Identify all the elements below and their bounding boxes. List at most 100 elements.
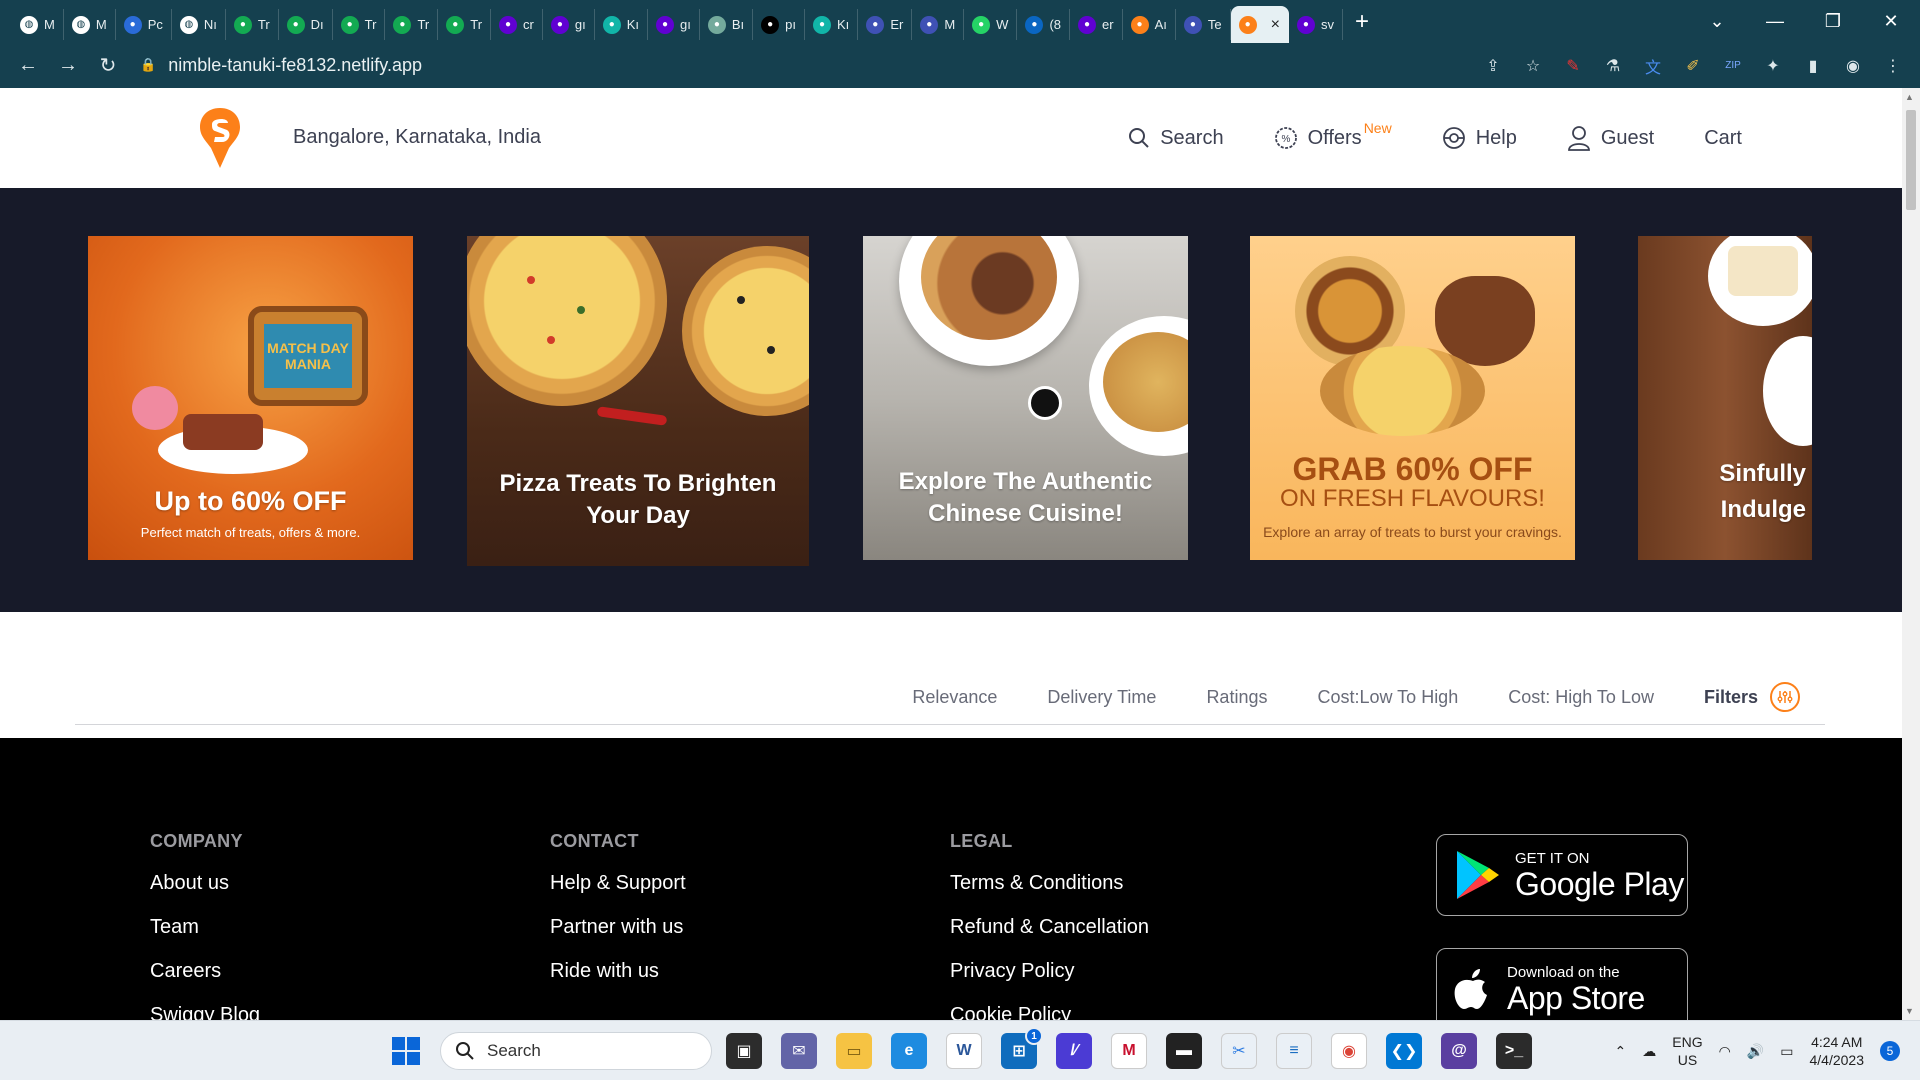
carousel-card-match-day[interactable]: MATCH DAY MANIA Up to 60% OFF Perfect ma… — [88, 236, 413, 560]
browser-tab[interactable]: ◍ M — [64, 9, 116, 40]
nav-offers[interactable]: % Offers New — [1274, 120, 1392, 150]
browser-tab[interactable]: ● Kı — [595, 9, 649, 40]
pen-extension-icon[interactable]: ✎ — [1560, 56, 1586, 76]
file-explorer-icon[interactable]: ▭ — [836, 1033, 872, 1069]
notepad-icon[interactable]: ≡ — [1276, 1033, 1312, 1069]
footer-link-careers[interactable]: Careers — [150, 960, 260, 983]
browser-tab[interactable]: ● W — [964, 9, 1018, 40]
reload-button[interactable]: ↻ — [88, 53, 128, 78]
battery-icon[interactable]: ▭ — [1780, 1043, 1793, 1060]
app-store-badge[interactable]: Download on the App Store — [1436, 948, 1688, 1020]
filters-button[interactable]: Filters — [1704, 682, 1800, 712]
sort-option[interactable]: Delivery Time — [1047, 687, 1156, 708]
browser-tab[interactable]: ◍ Nı — [172, 9, 226, 40]
chrome-app-icon[interactable]: ◉ — [1331, 1033, 1367, 1069]
browser-tab[interactable]: ● er — [1070, 9, 1123, 40]
vpn-app-icon[interactable]: /∕ — [1056, 1033, 1092, 1069]
task-view-icon[interactable]: ▣ — [726, 1033, 762, 1069]
sort-option[interactable]: Relevance — [912, 687, 997, 708]
teams-chat-icon[interactable]: ✉ — [781, 1033, 817, 1069]
browser-tab[interactable]: ● sv — [1289, 9, 1343, 40]
footer-link-team[interactable]: Team — [150, 916, 260, 939]
forward-button[interactable]: → — [48, 54, 88, 77]
nav-search[interactable]: Search — [1128, 127, 1224, 150]
terminal-icon[interactable]: ▬ — [1166, 1033, 1202, 1069]
carousel-card-pizza[interactable]: Pizza Treats To Brighten Your Day — [467, 236, 809, 566]
language-indicator[interactable]: ENG US — [1672, 1033, 1702, 1069]
windows-start-button[interactable] — [392, 1037, 420, 1065]
onedrive-cloud-icon[interactable]: ☁ — [1642, 1043, 1656, 1060]
browser-tab[interactable]: ● cr — [491, 9, 543, 40]
nav-help[interactable]: Help — [1442, 126, 1517, 150]
close-window-button[interactable]: ✕ — [1862, 11, 1920, 32]
browser-tab[interactable]: ● Kı — [805, 9, 859, 40]
carousel-card-fresh-flavours[interactable]: GRAB 60% OFF ON FRESH FLAVOURS! Explore … — [1250, 236, 1575, 560]
browser-tab[interactable]: ● × — [1230, 6, 1289, 43]
puzzle-extensions-icon[interactable]: ✦ — [1760, 56, 1786, 76]
browser-tab[interactable]: ● gı — [648, 9, 700, 40]
page-scrollbar[interactable]: ▲ ▼ — [1902, 88, 1920, 1020]
google-play-badge[interactable]: GET IT ON Google Play — [1436, 834, 1688, 916]
shell-app-icon[interactable]: @ — [1441, 1033, 1477, 1069]
scroll-up-arrow-icon[interactable]: ▲ — [1905, 92, 1914, 102]
nav-cart[interactable]: Cart — [1704, 127, 1742, 150]
vscode-icon[interactable]: ❮❯ — [1386, 1033, 1422, 1069]
edge-browser-icon[interactable]: e — [891, 1033, 927, 1069]
footer-link-ride[interactable]: Ride with us — [550, 960, 686, 983]
footer-link-refund[interactable]: Refund & Cancellation — [950, 916, 1149, 939]
swiggy-logo[interactable] — [198, 106, 242, 170]
footer-link-partner[interactable]: Partner with us — [550, 916, 686, 939]
scrollbar-thumb[interactable] — [1906, 110, 1916, 210]
footer-link-about[interactable]: About us — [150, 872, 260, 895]
minimize-button[interactable]: — — [1746, 11, 1804, 32]
ms-store-icon[interactable]: ⊞ 1 — [1001, 1027, 1043, 1069]
sort-option[interactable]: Cost:Low To High — [1317, 687, 1458, 708]
sort-option[interactable]: Cost: High To Low — [1508, 687, 1654, 708]
color-picker-extension-icon[interactable]: ✐ — [1680, 56, 1706, 76]
tray-overflow-chevron-icon[interactable]: ⌃ — [1615, 1043, 1627, 1060]
scroll-down-arrow-icon[interactable]: ▼ — [1905, 1006, 1914, 1016]
browser-tab[interactable]: ● pı — [753, 9, 806, 40]
browser-tab[interactable]: ● Te — [1176, 9, 1231, 40]
footer-link-terms[interactable]: Terms & Conditions — [950, 872, 1149, 895]
sort-option[interactable]: Ratings — [1206, 687, 1267, 708]
clock[interactable]: 4:24 AM 4/4/2023 — [1810, 1033, 1865, 1069]
browser-tab[interactable]: ● M — [912, 9, 965, 40]
mcafee-icon[interactable]: M — [1111, 1033, 1147, 1069]
nav-guest[interactable]: Guest — [1567, 125, 1654, 151]
browser-tab[interactable]: ● Dı — [279, 9, 333, 40]
tab-search-icon[interactable]: ⌄ — [1688, 11, 1746, 32]
chrome-menu-icon[interactable]: ⋮ — [1880, 56, 1906, 76]
carousel-card-desserts[interactable]: Sinfully Indulge — [1638, 236, 1812, 560]
browser-tab[interactable]: ● Tr — [333, 9, 386, 40]
profile-avatar[interactable]: ◉ — [1840, 56, 1866, 76]
volume-icon[interactable]: 🔊 — [1747, 1043, 1764, 1060]
browser-tab[interactable]: ● (8 — [1017, 9, 1070, 40]
zip-extension-icon[interactable]: ZIP — [1720, 60, 1746, 71]
url-field[interactable]: 🔒 nimble-tanuki-fe8132.netlify.app — [140, 49, 1520, 81]
side-panel-icon[interactable]: ▮ — [1800, 56, 1826, 76]
translate-extension-icon[interactable]: 文 — [1640, 54, 1666, 78]
share-icon[interactable]: ⇪ — [1480, 56, 1506, 76]
snipping-tool-icon[interactable]: ✂ — [1221, 1033, 1257, 1069]
new-tab-button[interactable]: + — [1355, 8, 1369, 36]
browser-tab[interactable]: ● gı — [543, 9, 595, 40]
taskbar-search[interactable]: Search — [440, 1032, 712, 1070]
wifi-icon[interactable]: ◠ — [1719, 1043, 1731, 1060]
browser-tab[interactable]: ● Aı — [1123, 9, 1176, 40]
carousel-card-chinese[interactable]: Explore The Authentic Chinese Cuisine! — [863, 236, 1188, 560]
footer-link-blog[interactable]: Swiggy Blog — [150, 1004, 260, 1020]
terminal-app-icon[interactable]: >_ — [1496, 1033, 1532, 1069]
browser-tab[interactable]: ◍ M — [12, 9, 64, 40]
footer-link-privacy[interactable]: Privacy Policy — [950, 960, 1149, 983]
browser-tab[interactable]: ● Bı — [700, 9, 754, 40]
back-button[interactable]: ← — [8, 54, 48, 77]
word-app-icon[interactable]: W — [946, 1033, 982, 1069]
location-label[interactable]: Bangalore, Karnataka, India — [293, 126, 541, 149]
bookmark-star-icon[interactable]: ☆ — [1520, 56, 1546, 76]
notification-badge[interactable]: 5 — [1880, 1041, 1900, 1061]
flask-extension-icon[interactable]: ⚗ — [1600, 56, 1626, 76]
browser-tab[interactable]: ● Tr — [438, 9, 492, 40]
browser-tab[interactable]: ● Er — [858, 9, 913, 40]
browser-tab[interactable]: ● Pc — [116, 9, 172, 40]
